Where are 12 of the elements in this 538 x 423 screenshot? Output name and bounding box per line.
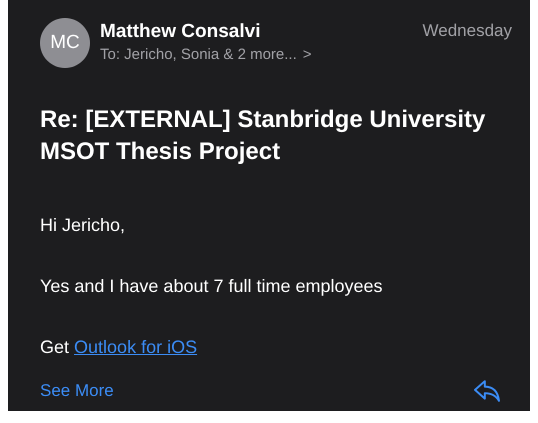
body-text: Hi Jericho, [40,214,126,237]
recipients-text[interactable]: To: Jericho, Sonia & 2 more... [100,44,297,66]
sender-name: Matthew Consalvi [100,20,262,44]
email-subject: Re: [EXTERNAL] Stanbridge University MSOT Thesis Project [40,105,486,167]
reply-icon[interactable] [472,379,502,403]
see-more-link[interactable]: See More [40,381,114,401]
chevron-icon[interactable]: > [302,44,312,66]
body-text: Get [40,337,70,357]
avatar: MC [40,18,90,68]
body-text: Yes and I have about 7 full time employees [40,275,384,298]
date-text: Wednesday [422,20,512,41]
link[interactable]: Outlook for iOS [74,337,198,357]
